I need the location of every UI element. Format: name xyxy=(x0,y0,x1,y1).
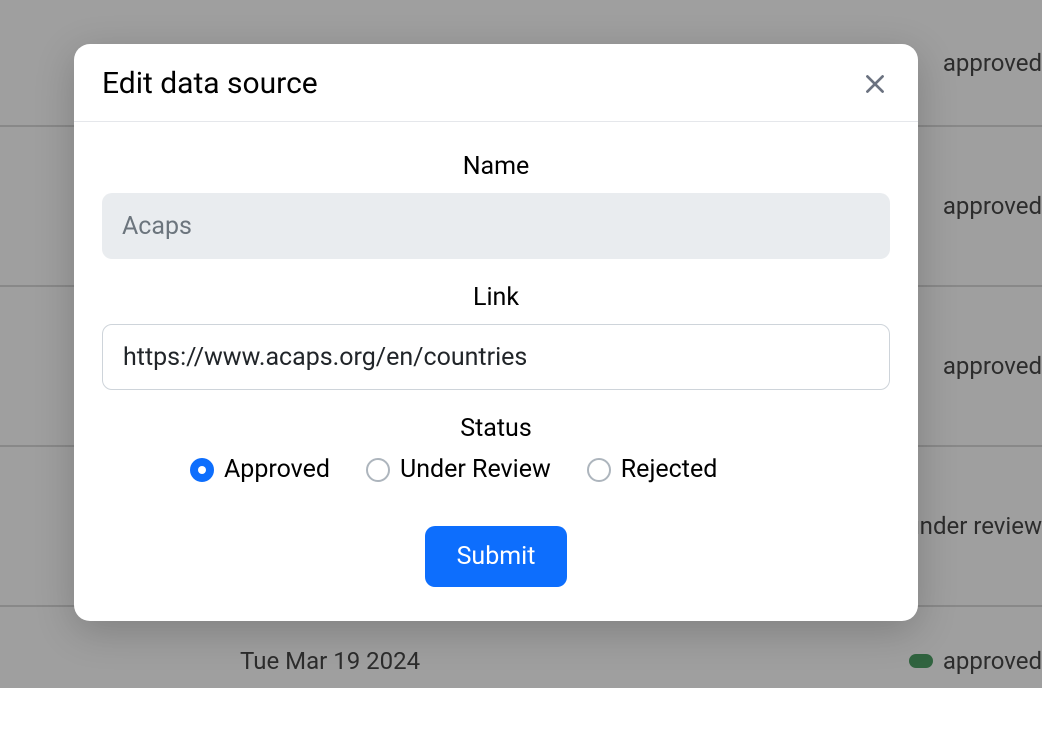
radio-icon xyxy=(190,458,214,482)
status-radio-under-review[interactable]: Under Review xyxy=(366,455,551,484)
name-input xyxy=(102,193,890,259)
link-label: Link xyxy=(102,283,890,312)
edit-data-source-modal: Edit data source Name Link Status Approv… xyxy=(74,44,918,621)
submit-button[interactable]: Submit xyxy=(425,526,568,587)
modal-body: Name Link Status Approved Under Review xyxy=(74,122,918,621)
radio-icon xyxy=(366,458,390,482)
submit-row: Submit xyxy=(102,526,890,587)
status-label: Status xyxy=(102,414,890,443)
link-field-group: Link xyxy=(102,283,890,390)
status-radio-rejected[interactable]: Rejected xyxy=(587,455,718,484)
status-field-group: Status Approved Under Review Rejected xyxy=(102,414,890,484)
radio-icon xyxy=(587,458,611,482)
name-field-group: Name xyxy=(102,152,890,259)
radio-label: Approved xyxy=(224,455,330,484)
modal-header: Edit data source xyxy=(74,44,918,122)
link-input[interactable] xyxy=(102,324,890,390)
radio-label: Rejected xyxy=(621,455,718,484)
status-radio-group: Approved Under Review Rejected xyxy=(102,455,890,484)
name-label: Name xyxy=(102,152,890,181)
radio-label: Under Review xyxy=(400,455,551,484)
status-radio-approved[interactable]: Approved xyxy=(190,455,330,484)
close-button[interactable] xyxy=(860,69,890,99)
close-icon xyxy=(862,71,888,97)
modal-title: Edit data source xyxy=(102,66,318,101)
